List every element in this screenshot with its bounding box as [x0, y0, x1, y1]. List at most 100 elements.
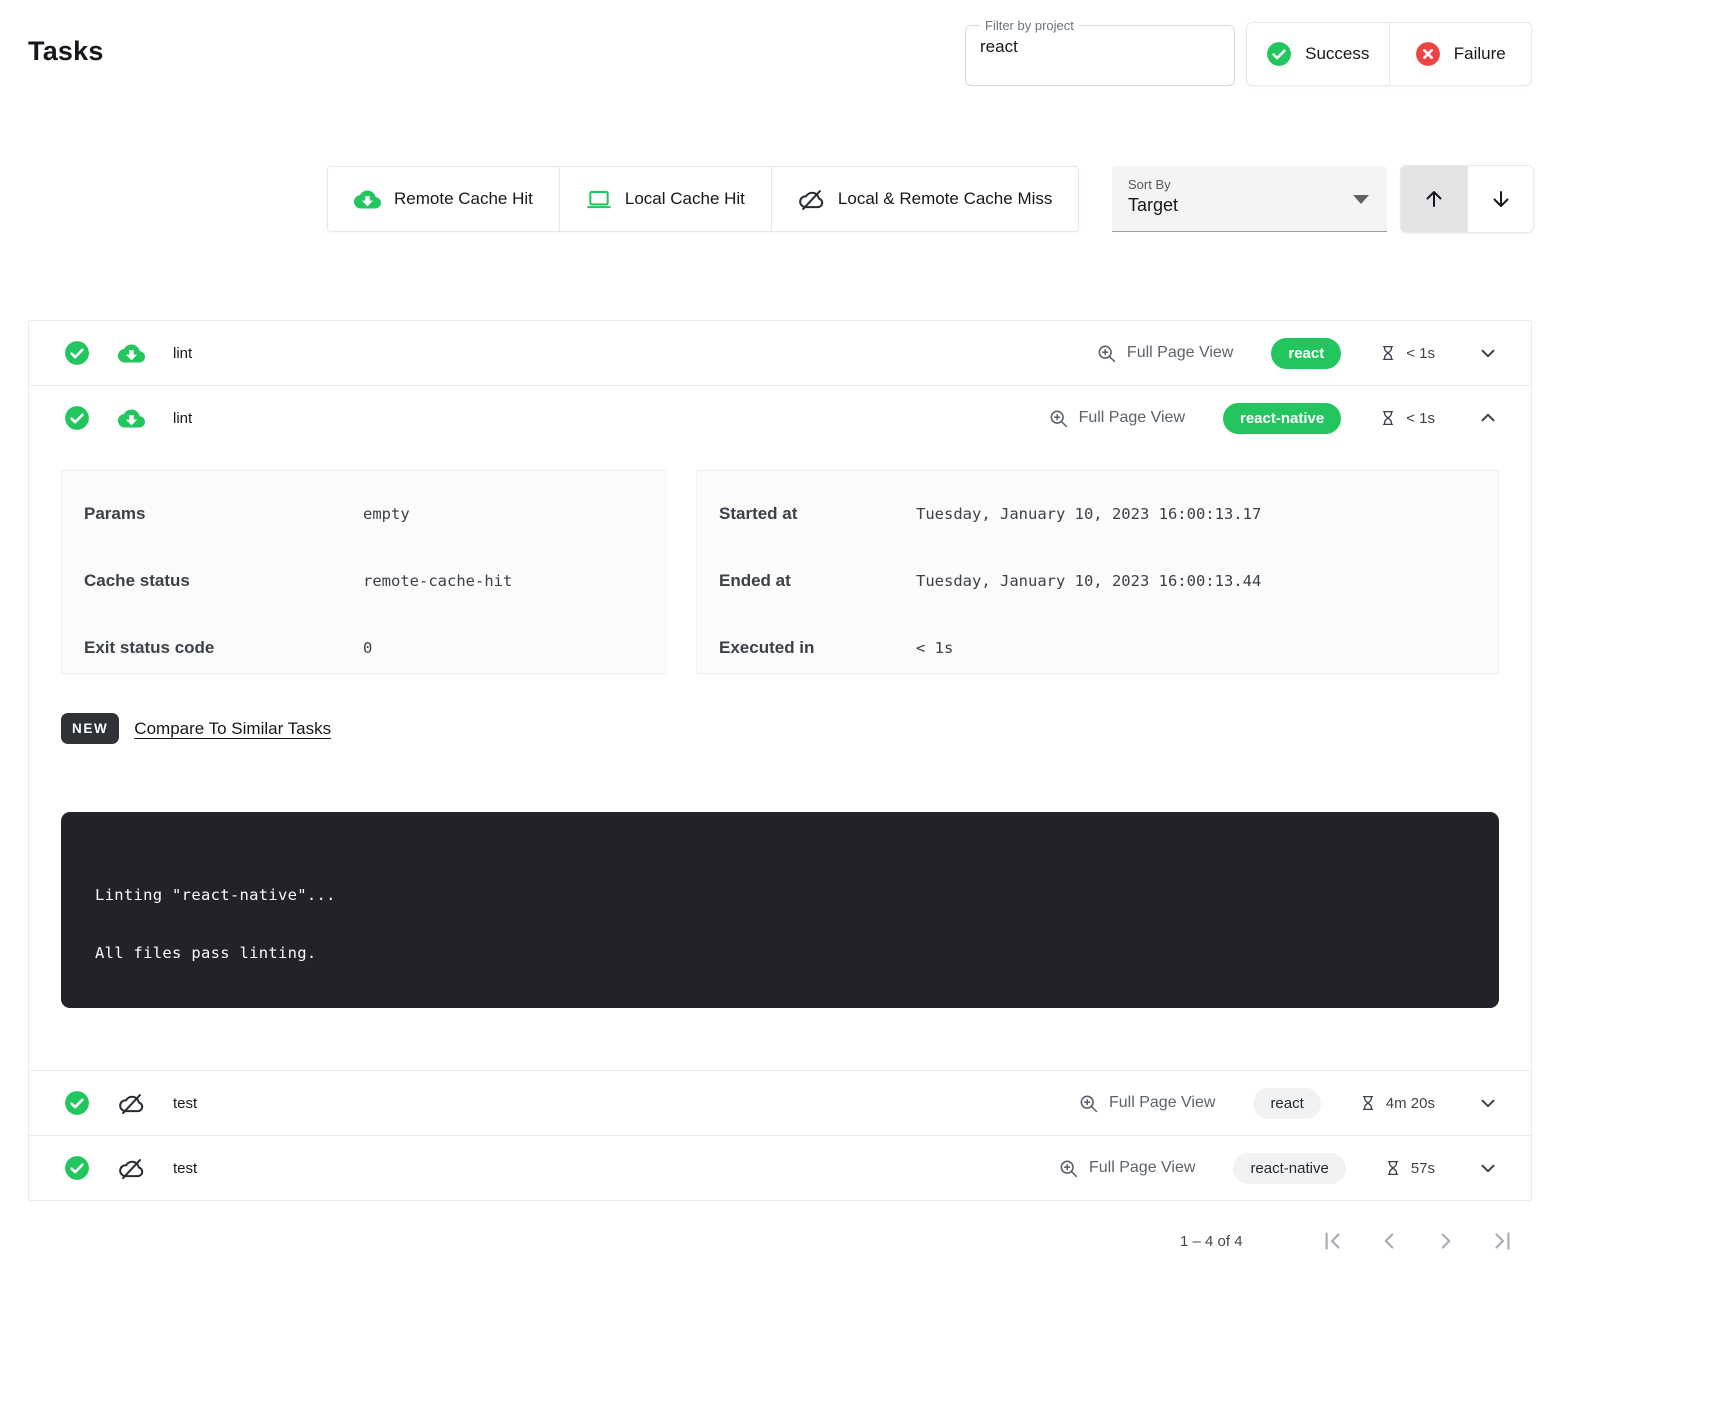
full-page-view-label: Full Page View [1127, 344, 1233, 362]
sort-by-value: Target [1128, 195, 1371, 216]
status-success-icon [64, 1155, 90, 1181]
cache-miss-filter-button[interactable]: Local & Remote Cache Miss [771, 167, 1078, 231]
project-filter-field[interactable]: Filter by project [965, 18, 1235, 86]
success-check-icon [1266, 41, 1292, 67]
page-title: Tasks [28, 36, 104, 67]
project-badge[interactable]: react [1271, 338, 1341, 369]
first-page-icon [1319, 1228, 1345, 1254]
task-duration: < 1s [1379, 409, 1435, 427]
success-filter-button[interactable]: Success [1247, 23, 1389, 85]
last-page-button[interactable] [1490, 1228, 1516, 1254]
failure-x-icon [1415, 41, 1441, 67]
task-row-lint-react: lint Full Page View react < 1s [29, 321, 1531, 386]
local-cache-hit-label: Local Cache Hit [625, 189, 745, 209]
chevron-up-icon [1477, 407, 1499, 429]
last-page-icon [1490, 1228, 1516, 1254]
full-page-view-link[interactable]: Full Page View [1078, 1093, 1215, 1114]
chevron-down-icon [1353, 195, 1369, 204]
exit-code-label: Exit status code [84, 638, 363, 658]
task-duration-value: 4m 20s [1386, 1095, 1435, 1112]
cloud-off-icon [118, 1090, 145, 1117]
local-cache-hit-filter-button[interactable]: Local Cache Hit [559, 167, 771, 231]
hourglass-icon [1379, 409, 1397, 427]
collapse-row-button[interactable] [1473, 403, 1503, 433]
compare-similar-tasks-link[interactable]: Compare To Similar Tasks [134, 719, 331, 739]
chevron-down-icon [1477, 1092, 1499, 1114]
cloud-download-icon [354, 186, 381, 213]
next-page-button[interactable] [1433, 1228, 1459, 1254]
sort-ascending-button[interactable] [1401, 166, 1467, 232]
previous-page-button[interactable] [1376, 1228, 1402, 1254]
project-badge[interactable]: react-native [1223, 403, 1341, 434]
sort-by-select[interactable]: Sort By Target [1112, 166, 1387, 232]
cache-filter-group: Remote Cache Hit Local Cache Hit Local &… [327, 166, 1079, 232]
pagination: 1 – 4 of 4 [1180, 1228, 1516, 1254]
project-badge[interactable]: react-native [1233, 1153, 1345, 1184]
remote-cache-hit-label: Remote Cache Hit [394, 189, 533, 209]
project-badge[interactable]: react [1253, 1088, 1320, 1119]
task-duration-value: < 1s [1406, 345, 1435, 362]
chevron-left-icon [1376, 1228, 1402, 1254]
cloud-download-icon [118, 405, 145, 432]
status-filter-group: Success Failure [1246, 22, 1532, 86]
terminal-line: All files pass linting. [95, 944, 1465, 962]
full-page-view-label: Full Page View [1109, 1094, 1215, 1112]
task-name: test [173, 1160, 197, 1177]
task-duration: 4m 20s [1359, 1094, 1435, 1112]
full-page-view-link[interactable]: Full Page View [1096, 343, 1233, 364]
remote-cache-hit-filter-button[interactable]: Remote Cache Hit [328, 167, 559, 231]
status-success-icon [64, 1090, 90, 1116]
cloud-download-icon [118, 340, 145, 367]
executed-in-label: Executed in [719, 638, 916, 658]
chevron-down-icon [1477, 1157, 1499, 1179]
cache-status-label: Cache status [84, 571, 363, 591]
started-at-value: Tuesday, January 10, 2023 16:00:13.17 [916, 505, 1261, 523]
project-filter-input[interactable] [978, 33, 1222, 67]
zoom-in-icon [1058, 1158, 1079, 1179]
cloud-off-icon [798, 186, 825, 213]
expand-row-button[interactable] [1473, 1088, 1503, 1118]
task-details-panel: Params empty Cache status remote-cache-h… [29, 450, 1531, 1070]
params-value: empty [363, 505, 410, 523]
expand-row-button[interactable] [1473, 338, 1503, 368]
status-success-icon [64, 405, 90, 431]
expand-row-button[interactable] [1473, 1153, 1503, 1183]
success-filter-label: Success [1305, 44, 1369, 64]
params-label: Params [84, 504, 363, 524]
task-name: lint [173, 410, 192, 427]
task-row-header[interactable]: lint Full Page View react < 1s [29, 321, 1531, 385]
failure-filter-button[interactable]: Failure [1389, 23, 1532, 85]
terminal-line: Linting "react-native"... [95, 886, 1465, 904]
arrow-down-icon [1489, 187, 1513, 211]
cache-status-value: remote-cache-hit [363, 572, 512, 590]
task-row-test-react: test Full Page View react 4m 20s [29, 1071, 1531, 1136]
executed-in-value: < 1s [916, 639, 953, 657]
task-row-header[interactable]: test Full Page View react 4m 20s [29, 1071, 1531, 1135]
task-list: lint Full Page View react < 1s [28, 320, 1532, 1201]
chevron-right-icon [1433, 1228, 1459, 1254]
hourglass-icon [1384, 1159, 1402, 1177]
zoom-in-icon [1048, 408, 1069, 429]
sort-descending-button[interactable] [1467, 166, 1533, 232]
task-duration: < 1s [1379, 344, 1435, 362]
started-at-label: Started at [719, 504, 916, 524]
hourglass-icon [1379, 344, 1397, 362]
new-badge: NEW [61, 713, 119, 744]
pagination-range: 1 – 4 of 4 [1180, 1233, 1243, 1250]
first-page-button[interactable] [1319, 1228, 1345, 1254]
hourglass-icon [1359, 1094, 1377, 1112]
full-page-view-link[interactable]: Full Page View [1058, 1158, 1195, 1179]
task-name: lint [173, 345, 192, 362]
sort-by-label: Sort By [1128, 177, 1371, 192]
task-meta-panel: Params empty Cache status remote-cache-h… [61, 470, 666, 674]
full-page-view-label: Full Page View [1089, 1159, 1195, 1177]
status-success-icon [64, 340, 90, 366]
task-row-lint-react-native: lint Full Page View react-native < 1s [29, 386, 1531, 1071]
task-name: test [173, 1095, 197, 1112]
task-row-header[interactable]: lint Full Page View react-native < 1s [29, 386, 1531, 450]
full-page-view-link[interactable]: Full Page View [1048, 408, 1185, 429]
task-row-header[interactable]: test Full Page View react-native 57s [29, 1136, 1531, 1200]
full-page-view-label: Full Page View [1079, 409, 1185, 427]
task-duration-value: < 1s [1406, 410, 1435, 427]
project-filter-label: Filter by project [980, 18, 1079, 33]
